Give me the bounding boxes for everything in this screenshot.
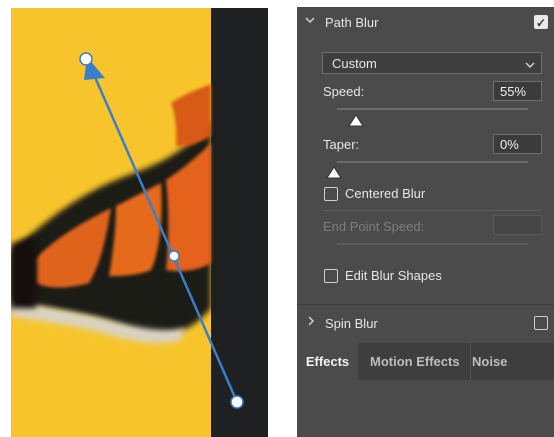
chevron-down-icon <box>525 58 535 73</box>
edit-blur-shapes-checkbox[interactable] <box>324 269 338 283</box>
effects-tab-bar: Effects Motion Effects Noise <box>297 343 554 380</box>
image-canvas[interactable] <box>11 8 268 437</box>
path-blur-title: Path Blur <box>325 15 379 30</box>
blur-preset-value: Custom <box>332 56 377 71</box>
taper-label: Taper: <box>323 137 360 152</box>
dark-strip <box>211 8 268 437</box>
triangle-thumb-icon <box>326 166 342 179</box>
speed-slider-track[interactable] <box>337 108 528 110</box>
triangle-thumb-icon <box>348 114 364 127</box>
speed-label: Speed: <box>323 84 365 99</box>
path-mid-handle[interactable] <box>168 250 180 262</box>
taper-input[interactable]: 0% <box>493 134 542 154</box>
path-end-handle[interactable] <box>230 395 244 409</box>
path-start-handle[interactable] <box>79 52 93 66</box>
edit-blur-shapes-label: Edit Blur Shapes <box>345 268 442 283</box>
end-point-speed-label: End Point Speed: <box>323 219 425 234</box>
tab-noise[interactable]: Noise <box>472 343 520 380</box>
end-point-speed-input <box>493 215 542 235</box>
canvas-artwork <box>11 8 268 437</box>
tab-motion-effects[interactable]: Motion Effects <box>362 343 471 380</box>
blur-preset-dropdown[interactable]: Custom <box>322 52 542 74</box>
chevron-down-icon[interactable] <box>305 15 315 28</box>
blur-tools-panel: Path Blur ✓ Custom Speed: 55% Taper: 0% … <box>297 7 554 437</box>
divider <box>323 210 541 211</box>
end-point-speed-slider-track <box>337 243 528 245</box>
taper-slider-track[interactable] <box>337 161 528 163</box>
path-blur-header[interactable]: Path Blur ✓ <box>297 7 554 37</box>
speed-input[interactable]: 55% <box>493 81 542 101</box>
spin-blur-title: Spin Blur <box>325 316 378 331</box>
spin-blur-enable-checkbox[interactable] <box>534 316 548 330</box>
tab-effects[interactable]: Effects <box>297 343 358 380</box>
chevron-right-icon[interactable] <box>306 316 316 329</box>
spin-blur-header[interactable]: Spin Blur <box>297 307 554 337</box>
section-divider <box>297 304 554 305</box>
path-blur-enable-checkbox[interactable]: ✓ <box>534 15 548 30</box>
centered-blur-label: Centered Blur <box>345 186 426 201</box>
centered-blur-checkbox[interactable] <box>324 187 338 201</box>
